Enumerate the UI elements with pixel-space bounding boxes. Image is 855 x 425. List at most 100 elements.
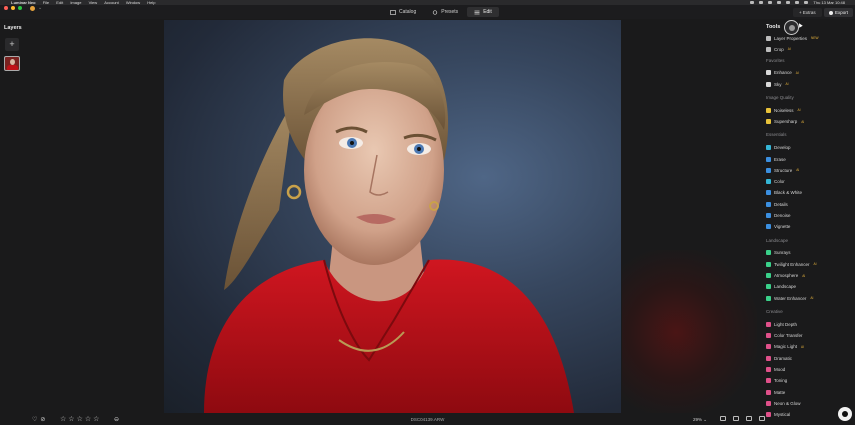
tool-icon	[766, 35, 771, 41]
tool-item-mystical[interactable]: Mystical	[766, 411, 790, 419]
tool-item-mood[interactable]: Mood	[766, 365, 785, 373]
extras-button[interactable]: + Extras	[793, 8, 822, 17]
tab-presets-label: Presets	[441, 9, 459, 15]
tool-item-layer-properties[interactable]: Layer Properties NEW	[766, 34, 818, 42]
eye-icon[interactable]	[746, 416, 752, 421]
tools-sidebar: Tools Layer Properties NEW Crop AI Favorites…	[760, 19, 855, 418]
control-center-icon[interactable]	[804, 1, 809, 4]
tool-item-color-transfer[interactable]: Color Transfer	[766, 332, 803, 340]
tool-label: Twilight Enhancer	[774, 261, 810, 267]
tool-icon	[766, 250, 771, 256]
layers-title: Layers	[4, 25, 22, 31]
tool-label: Magic Light	[774, 344, 798, 350]
tool-icon	[766, 167, 771, 173]
close-window-button[interactable]	[4, 6, 8, 10]
tool-item-color[interactable]: Color	[766, 178, 785, 186]
tool-item-supersharp[interactable]: Supersharp AI	[766, 118, 804, 126]
tool-item-toning[interactable]: Toning	[766, 377, 787, 385]
tool-icon	[766, 344, 771, 350]
tool-item-dramatic[interactable]: Dramatic	[766, 354, 792, 362]
window-controls	[4, 6, 22, 10]
zoom-window-button[interactable]	[18, 6, 22, 10]
tool-item-develop[interactable]: Develop	[766, 144, 791, 152]
tool-item-light-depth[interactable]: Light Depth	[766, 320, 797, 328]
tool-label: Develop	[774, 145, 791, 151]
tool-icon	[766, 107, 771, 113]
tool-icon	[766, 213, 771, 218]
history-icon[interactable]	[759, 416, 765, 421]
zoom-value: 29%	[693, 417, 703, 422]
photo-canvas[interactable]	[164, 20, 621, 413]
tool-badge: AI	[796, 168, 800, 173]
compare-icon[interactable]	[720, 416, 726, 421]
tool-icon	[766, 333, 771, 338]
section-title: Favorites	[766, 57, 785, 63]
search-icon[interactable]	[795, 1, 800, 4]
tool-item-vignette[interactable]: Vignette	[766, 223, 790, 231]
add-layer-button[interactable]: +	[5, 38, 19, 51]
tool-icon	[766, 119, 771, 125]
tool-label: Supersharp	[774, 119, 798, 125]
status-icon[interactable]	[759, 1, 764, 4]
wifi-icon[interactable]	[786, 1, 791, 4]
tool-item-noiseless[interactable]: Noiseless AI	[766, 106, 801, 114]
tool-item-structure[interactable]: Structure AI	[766, 166, 799, 174]
tool-item-landscape[interactable]: Landscape	[766, 283, 796, 291]
thumbnail-body	[7, 65, 18, 70]
zoom-level[interactable]: 29% ⌄	[693, 417, 707, 423]
tool-icon	[766, 145, 771, 151]
tool-icon	[766, 366, 771, 372]
export-button[interactable]: Export	[824, 8, 854, 17]
tool-badge: AI	[813, 262, 817, 267]
tool-icon	[766, 273, 771, 278]
tool-icon	[766, 224, 771, 230]
tool-item-twilight-enhancer[interactable]: Twilight Enhancer AI	[766, 260, 817, 268]
tools-toggle-button[interactable]	[784, 20, 799, 35]
status-icon[interactable]	[777, 1, 782, 4]
status-icon[interactable]	[750, 1, 755, 4]
tool-label: Sky	[774, 81, 782, 87]
tool-label: Toning	[774, 378, 788, 384]
tool-icon	[766, 179, 771, 185]
tool-badge: AI	[801, 119, 805, 124]
minimize-window-button[interactable]	[11, 6, 15, 10]
luminar-app-icon[interactable]	[30, 6, 35, 11]
status-icon[interactable]	[768, 1, 773, 4]
tool-badge: AI	[795, 70, 799, 75]
layer-thumbnail[interactable]	[4, 56, 20, 71]
tool-label: Denoise	[774, 213, 791, 218]
tool-item-erase[interactable]: Erase	[766, 155, 786, 163]
tool-item-water-enhancer[interactable]: Water Enhancer AI	[766, 294, 813, 302]
tool-label: Landscape	[774, 284, 797, 290]
tool-item-denoise[interactable]: Denoise	[766, 212, 791, 220]
tool-item-enhance[interactable]: Enhance AI	[766, 69, 799, 77]
tool-label: Color	[774, 179, 785, 185]
tool-item-sky[interactable]: Sky AI	[766, 80, 789, 88]
tool-label: Sunrays	[774, 250, 791, 256]
edit-sliders-icon	[474, 10, 480, 14]
section-title: Landscape	[766, 237, 789, 243]
tool-item-neon-glow[interactable]: Neon & Glow	[766, 399, 801, 407]
background-glow	[622, 250, 757, 415]
tool-item-crop[interactable]: Crop AI	[766, 45, 791, 53]
tab-edit[interactable]: Edit	[467, 7, 499, 17]
tool-item-atmosphere[interactable]: Atmosphere AI	[766, 272, 805, 280]
chevron-down-icon[interactable]: ⌄	[38, 5, 42, 11]
tool-badge: AI	[797, 108, 801, 113]
tool-label: Color Transfer	[774, 333, 803, 338]
tab-catalog[interactable]: Catalog	[383, 7, 423, 17]
tool-icon	[766, 400, 771, 406]
tool-icon	[766, 378, 771, 384]
tool-item-matte[interactable]: Matte	[766, 388, 785, 396]
tool-item-details[interactable]: Details	[766, 200, 788, 208]
tool-item-sunrays[interactable]: Sunrays	[766, 249, 791, 257]
tool-item-black-white[interactable]: Black & White	[766, 189, 802, 197]
tool-icon	[766, 321, 771, 327]
tool-icon	[766, 261, 771, 267]
tab-presets[interactable]: Presets	[425, 7, 465, 17]
tool-icon	[766, 284, 771, 290]
split-view-icon[interactable]	[733, 416, 739, 421]
tool-item-magic-light[interactable]: Magic Light AI	[766, 343, 804, 351]
tool-icon	[766, 46, 771, 52]
tool-badge: AI	[787, 47, 791, 52]
